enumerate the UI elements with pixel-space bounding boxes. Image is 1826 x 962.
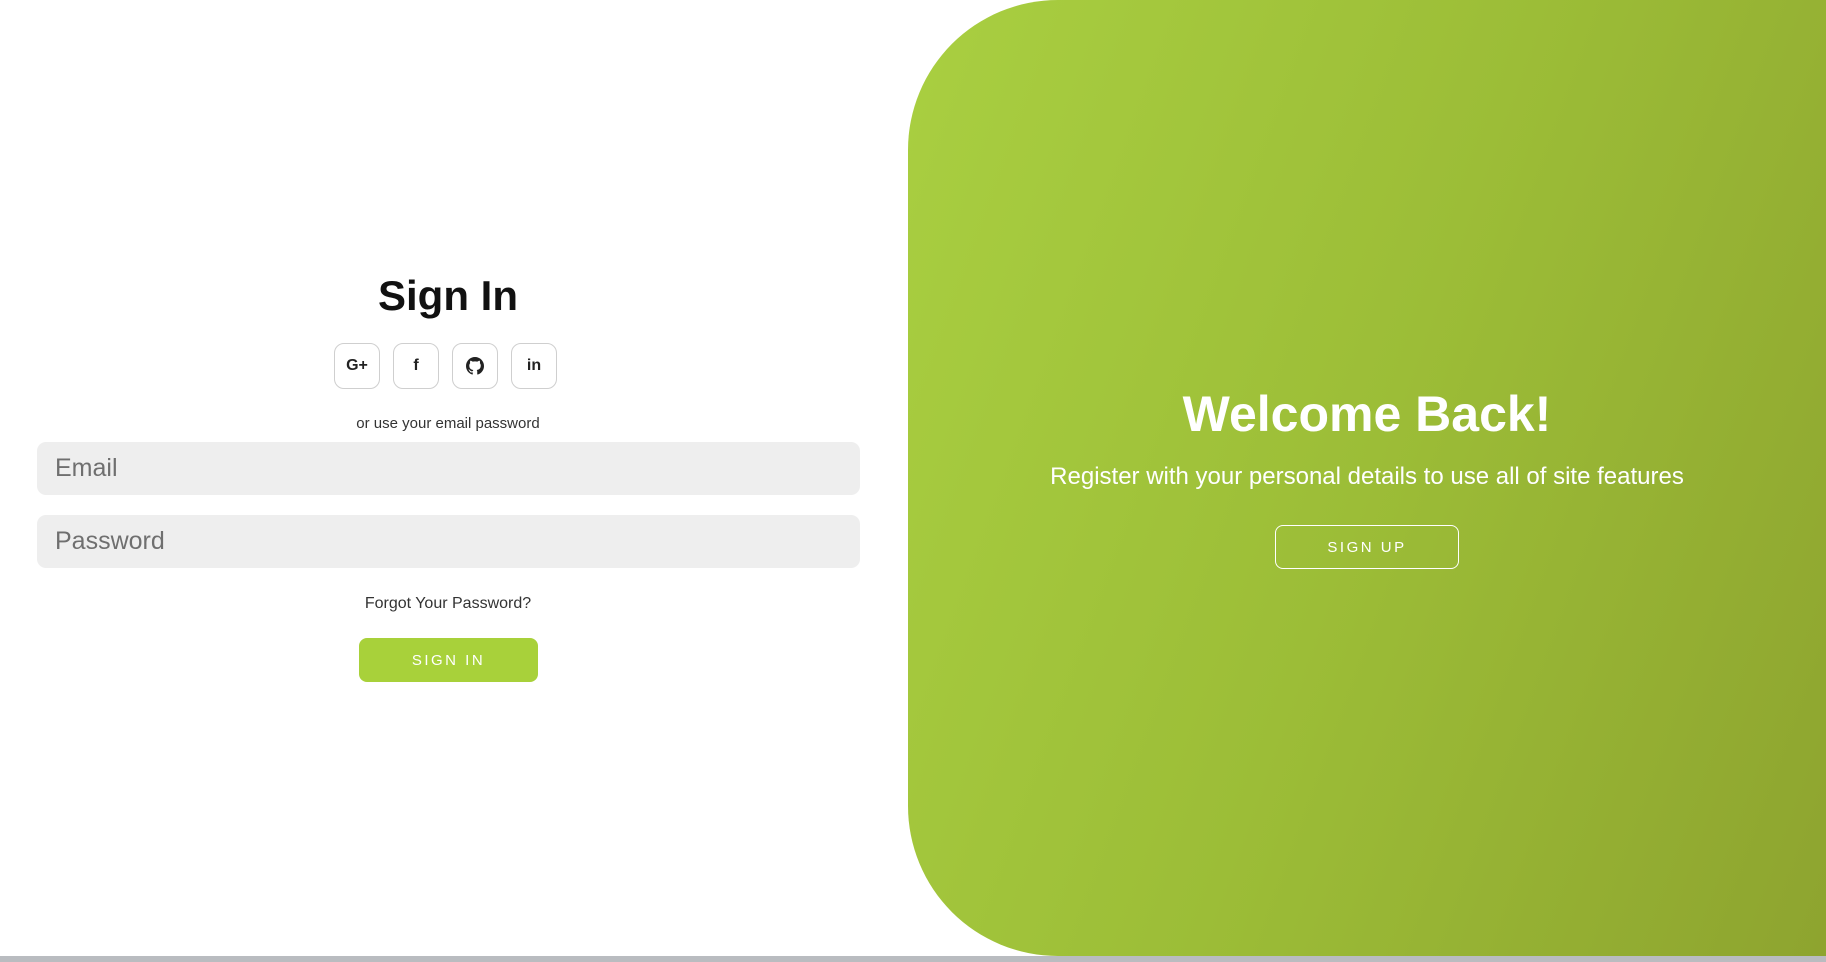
github-icon (466, 357, 484, 375)
linkedin-icon: in (526, 357, 542, 374)
welcome-panel: Welcome Back! Register with your persona… (908, 0, 1826, 956)
sign-up-button[interactable]: SIGN UP (1275, 525, 1459, 569)
facebook-button[interactable]: f (393, 343, 439, 389)
welcome-subtitle: Register with your personal details to u… (1050, 463, 1684, 490)
sign-in-button[interactable]: SIGN IN (359, 638, 538, 682)
github-button[interactable] (452, 343, 498, 389)
sign-in-title: Sign In (378, 272, 518, 319)
social-login-row: G+ f in (334, 343, 557, 389)
page: Sign In G+ f in or use your email passwo… (0, 0, 1826, 962)
email-input[interactable] (37, 442, 860, 495)
password-input[interactable] (37, 515, 860, 568)
welcome-title: Welcome Back! (1182, 386, 1552, 442)
sign-in-form: Sign In G+ f in or use your email passwo… (0, 0, 896, 956)
bottom-edge-bar (0, 956, 1826, 962)
email-option-text: or use your email password (356, 415, 540, 432)
forgot-password-link[interactable]: Forgot Your Password? (0, 594, 896, 614)
facebook-icon: f (413, 357, 419, 374)
google-plus-icon: G+ (346, 357, 368, 374)
google-plus-button[interactable]: G+ (334, 343, 380, 389)
linkedin-button[interactable]: in (511, 343, 557, 389)
